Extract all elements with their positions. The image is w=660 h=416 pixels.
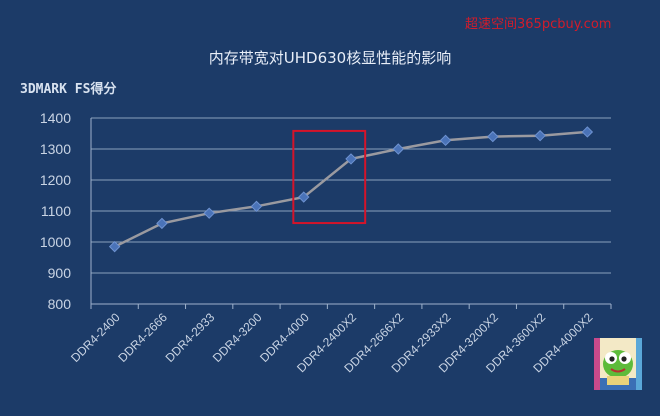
y-tick-labels: 800 900 1000 1100 1200 1300 1400 (40, 110, 71, 312)
data-point (392, 143, 404, 155)
gridlines (91, 117, 611, 274)
data-point (487, 130, 499, 143)
data-point (581, 126, 594, 138)
y-tick-label: 900 (48, 265, 72, 281)
data-point (203, 207, 215, 219)
y-tick-label: 1000 (40, 234, 71, 250)
watermark-text: 超速空间365pcbuy.com (465, 17, 611, 32)
data-markers (108, 126, 594, 253)
y-tick-label: 800 (48, 296, 72, 312)
y-tick-label: 1100 (41, 203, 71, 219)
data-point (156, 217, 168, 230)
y-axis-label: 3DMARK FS得分 (20, 81, 116, 97)
data-point (250, 200, 263, 213)
x-tick-labels: DDR4-2400DDR4-2666DDR4-2933DDR4-3200DDR4… (68, 304, 612, 375)
data-point (108, 240, 121, 253)
data-point (439, 134, 452, 147)
mascot-logo (594, 338, 642, 390)
data-point (534, 129, 546, 142)
x-tick-label: DDR4-3200 (210, 310, 265, 365)
chart-title: 内存带宽对UHD630核显性能的影响 (209, 49, 451, 67)
x-tick-label: DDR4-2400 (68, 310, 123, 365)
y-tick-label: 1400 (40, 110, 71, 126)
y-tick-label: 1300 (40, 141, 71, 157)
line-chart: 超速空间365pcbuy.com 内存带宽对UHD630核显性能的影响 3DMA… (20, 17, 642, 390)
y-tick-label: 1200 (40, 172, 71, 188)
x-tick-label: DDR4-2933 (163, 310, 218, 365)
x-tick-label: DDR4-2666 (115, 310, 170, 365)
